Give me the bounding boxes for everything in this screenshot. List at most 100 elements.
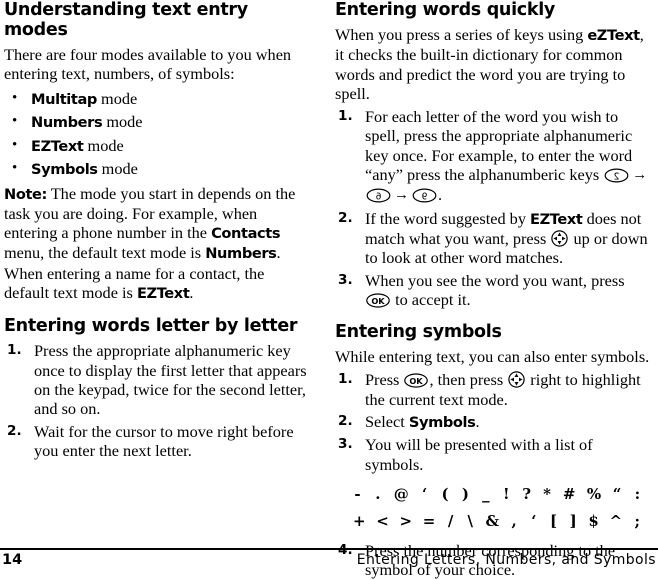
mode-suffix: mode [102,112,143,132]
bold-symbols: Symbols [408,414,476,432]
keypad-key-9-icon: 9 [412,188,437,203]
symbol-cell: > [399,511,413,530]
svg-text:6: 6 [375,192,381,203]
nav-pad-icon [551,230,569,247]
nav-pad-icon [508,371,525,389]
symbol-cell: ( [441,484,449,503]
symbol-cell: . [375,484,381,503]
mode-name: Numbers [31,114,103,132]
symbol-cell: _ [482,484,490,503]
list-item: 2. If the word suggested by EZText does n… [335,209,654,268]
step-number: 1. [338,371,353,388]
note-paragraph: Note: The mode you start in depends on t… [4,184,307,304]
left-column: Understanding text entry modes There are… [0,0,329,545]
symbol-cell: + [353,511,366,530]
mode-name: Multitap [31,90,97,108]
intro-paragraph-symbols: While entering text, you can also enter … [335,347,650,367]
symbol-cell: ^ [609,511,623,530]
symbol-cell: [ [549,511,558,530]
symbol-cell: # [562,484,576,503]
list-item: 1. For each letter of the word you wish t… [335,107,654,205]
mode-suffix: mode [97,159,138,179]
list-item: Numbers mode [4,110,307,135]
symbol-cell: @ [393,484,409,503]
symbol-cell: ‘ [531,511,537,530]
page-footer: 14 Entering Letters, Numbers, and Symbol… [0,552,658,576]
symbols-row-1: - . @ ‘ ( ) _ ! ? * # % “ : [347,481,648,508]
heading-entering-words-letter-by-letter: Entering words letter by letter [4,316,298,337]
step-number: 2. [338,209,353,226]
step-text: Press the appropriate alphanumeric key o… [34,341,307,419]
chapter-title: Entering Letters, Numbers, and Symbols [356,552,656,568]
intro-paragraph-quickly: When you press a series of keys using eZ… [335,25,654,103]
symbol-cell: \ [467,511,473,530]
intro-paragraph-modes: There are four modes available to you wh… [4,45,292,84]
symbol-cell: , [511,511,517,530]
page-number: 14 [2,552,23,568]
note-bold-contacts: Contacts [211,225,281,243]
list-item: Multitap mode [4,87,307,112]
note-bold-numbers: Numbers [205,245,277,263]
letter-by-letter-steps: 1. Press the appropriate alphanumeric ke… [4,341,307,460]
step-text: to accept it. [391,289,471,309]
step-number: 3. [338,436,353,453]
step-text: . [475,412,480,432]
arrow-right-icon: → [394,187,409,204]
footer-rule-left [0,548,329,550]
intro-text-1: When you press a series of keys using [335,25,588,44]
list-item: 1. Press OK, then press right to highligh… [335,370,654,409]
symbol-cell: ; [634,511,641,530]
modes-bullet-list: Multitap mode Numbers mode EZText mode S… [4,87,307,182]
ok-key-icon: OK [404,373,429,389]
page-columns: Understanding text entry modes There are… [0,0,658,579]
symbol-cell: ! [502,484,510,503]
symbol-cell: ‘ [422,484,428,503]
step-number: 2. [338,413,353,430]
list-item: 2. Wait for the cursor to move right bef… [4,422,307,461]
step-text: For each letter of the word you wish to … [365,107,633,185]
step-text: Wait for the cursor to move right before… [34,421,294,460]
heading-entering-symbols: Entering symbols [335,322,502,343]
entering-words-quickly-steps: 1. For each letter of the word you wish t… [335,107,654,309]
mode-name: Symbols [31,161,98,179]
manual-page: Understanding text entry modes There are… [0,0,658,579]
symbol-cell: % [586,484,602,503]
note-text-2: menu, the default text mode is [4,243,206,263]
symbol-cell: ] [569,511,577,530]
symbol-cell: - [354,484,361,503]
right-column: Entering words quickly When you press a … [329,0,658,579]
mode-suffix: mode [83,135,124,155]
symbol-cell: * [543,484,551,503]
footer-rule-right [329,548,658,550]
step-number: 1. [338,108,353,125]
arrow-right-icon: → [632,167,648,184]
list-item: Symbols mode [4,157,307,182]
step-text: , then press [429,370,508,390]
bold-eztext: EZText [530,210,583,228]
mode-name: EZText [31,137,84,155]
list-item: 3. You will be presented with a list of s… [335,435,654,474]
svg-text:OK: OK [371,296,385,306]
heading-entering-words-quickly: Entering words quickly [335,0,556,20]
symbol-cell: = [422,511,436,530]
step-text: Press [365,370,404,390]
step-number: 1. [7,342,22,359]
note-text-4: . [189,283,194,303]
ok-key-icon: OK [366,293,390,308]
symbols-row-2: + < > = / \ & , ‘ [ ] $ ^ ; [347,508,648,535]
heading-understanding-text-entry-modes: Understanding text entry modes [4,0,248,40]
symbol-cell: / [447,511,454,530]
note-bold-eztext: EZText [136,285,190,303]
step-text: When you see the word you want, press [365,270,625,290]
keypad-key-2-icon: 2 [604,168,629,183]
list-item: 3. When you see the word you want, press … [335,271,654,310]
note-label: Note: [4,185,47,203]
symbol-cell: “ [612,484,622,503]
symbol-cell: ) [461,484,469,503]
step-text: If the word suggested by [365,208,531,228]
mode-suffix: mode [96,88,138,108]
step-text: You will be presented with a list of sym… [365,435,593,474]
symbols-table: - . @ ‘ ( ) _ ! ? * # % “ : + < > = / \ … [335,481,654,535]
entering-symbols-steps: 1. Press OK, then press right to highligh… [335,370,654,473]
symbol-cell: ? [522,484,532,503]
